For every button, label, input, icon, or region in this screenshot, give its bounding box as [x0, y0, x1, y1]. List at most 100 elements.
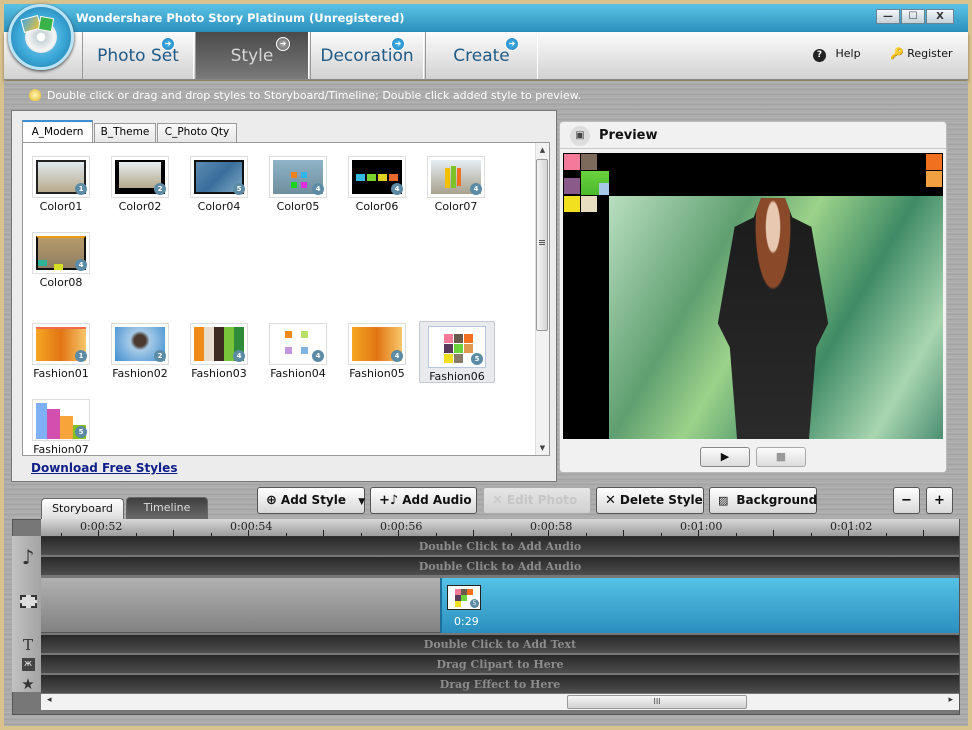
style-item-color08[interactable]: 4 Color08	[26, 228, 96, 292]
arrow-right-icon: ➜	[505, 37, 519, 51]
dropdown-arrow-icon[interactable]: ▼	[358, 497, 365, 507]
photo-count-badge: 5	[233, 183, 245, 195]
add-music-icon: +♪	[379, 493, 399, 508]
help-label: Help	[835, 47, 861, 60]
style-item-fashion05[interactable]: 4 Fashion05	[342, 319, 412, 383]
ruler-tick	[285, 533, 287, 536]
scroll-left-icon[interactable]: ◂	[47, 695, 52, 705]
arrow-right-icon: ➜	[161, 37, 175, 51]
style-label: Fashion07	[33, 443, 89, 456]
style-thumbnail: 4	[348, 156, 406, 198]
add-audio-button[interactable]: +♪ Add Audio	[370, 487, 477, 514]
style-item-fashion06[interactable]: 5 Fashion06	[419, 321, 495, 383]
style-item-fashion04[interactable]: 4 Fashion04	[263, 319, 333, 383]
style-thumbnail: 4	[32, 232, 90, 274]
ruler-tick	[885, 533, 887, 536]
ruler-tick	[735, 533, 737, 536]
ruler-tick	[248, 530, 249, 536]
style-item-color06[interactable]: 4 Color06	[342, 152, 412, 216]
play-button[interactable]: ▶	[700, 447, 750, 467]
style-thumbnail: 2	[111, 323, 169, 365]
tab-c-photo-qty[interactable]: C_Photo Qty	[157, 123, 237, 142]
style-item-fashion07[interactable]: 5 Fashion07	[26, 395, 96, 459]
help-icon: ?	[813, 49, 826, 62]
style-label: Fashion03	[191, 367, 247, 380]
download-free-styles-link[interactable]: Download Free Styles	[31, 461, 177, 475]
scroll-down-icon[interactable]: ▼	[536, 444, 549, 452]
tab-timeline[interactable]: Timeline	[126, 497, 208, 519]
ruler-label: 0:00:56	[380, 520, 423, 533]
tab-photo-set[interactable]: Photo Set ➜	[82, 32, 194, 79]
tab-style[interactable]: Style ➜	[195, 32, 309, 79]
style-item-color02[interactable]: 2 Color02	[105, 152, 175, 216]
hint-text: Double click or drag and drop styles to …	[47, 89, 582, 102]
ruler-label: 0:00:54	[230, 520, 273, 533]
register-button[interactable]: 🔑 Register	[890, 47, 953, 60]
close-button[interactable]: X	[926, 9, 954, 24]
audio-track-1[interactable]: Double Click to Add Audio	[41, 537, 959, 556]
ruler-tick	[623, 530, 624, 536]
style-item-color04[interactable]: 5 Color04	[184, 152, 254, 216]
style-thumbnail: 4	[269, 156, 327, 198]
delete-style-button[interactable]: ✕ Delete Style	[596, 487, 704, 514]
music-note-icon: ♪	[21, 545, 35, 569]
ruler-tick	[210, 533, 212, 536]
style-item-fashion03[interactable]: 4 Fashion03	[184, 319, 254, 383]
minimize-button[interactable]: —	[876, 9, 900, 24]
help-button[interactable]: ? Help	[813, 47, 861, 62]
style-label: Color04	[197, 200, 241, 213]
tab-label: Style	[230, 46, 274, 66]
maximize-button[interactable]: ☐	[901, 9, 925, 24]
style-clip[interactable]	[440, 578, 959, 633]
style-label: Color06	[355, 200, 399, 213]
effect-track[interactable]: Drag Effect to Here	[41, 675, 959, 694]
ruler-tick	[548, 530, 549, 536]
register-label: Register	[907, 47, 953, 60]
style-item-color07[interactable]: 4 Color07	[421, 152, 491, 216]
style-thumbnail: 4	[427, 156, 485, 198]
style-item-color05[interactable]: 4 Color05	[263, 152, 333, 216]
style-thumbnail: 5	[32, 399, 90, 441]
clipart-track[interactable]: Drag Clipart to Here	[41, 655, 959, 674]
timeline-scrollbar[interactable]: ◂ ▸	[41, 694, 959, 710]
zoom-out-button[interactable]: −	[893, 487, 920, 514]
arrow-right-icon: ➜	[391, 37, 405, 51]
ruler-tick	[135, 533, 137, 536]
zoom-in-button[interactable]: +	[926, 487, 953, 514]
edit-photo-button[interactable]: ✕ Edit Photo	[483, 487, 591, 514]
style-thumbnail: 1	[32, 156, 90, 198]
ruler-tick	[60, 533, 62, 536]
scroll-up-icon[interactable]: ▲	[536, 146, 549, 154]
tab-b-theme[interactable]: B_Theme	[94, 123, 156, 142]
style-item-fashion01[interactable]: 1 Fashion01	[26, 319, 96, 383]
lightbulb-icon	[29, 89, 41, 101]
style-item-fashion02[interactable]: 2 Fashion02	[105, 319, 175, 383]
tab-a-modern[interactable]: A_Modern	[22, 120, 93, 143]
ruler-tick	[773, 530, 774, 536]
ruler-tick	[435, 533, 437, 536]
audio-track-2[interactable]: Double Click to Add Audio	[41, 557, 959, 576]
tab-decoration[interactable]: Decoration ➜	[310, 32, 424, 79]
add-style-button[interactable]: ⊕ Add Style ▼	[257, 487, 365, 514]
scroll-right-icon[interactable]: ▸	[948, 695, 953, 705]
timeline-ruler[interactable]: 0:00:52 0:00:54 0:00:56 0:00:58 0:01:00 0:01:…	[41, 519, 959, 537]
ruler-label: 0:01:02	[830, 520, 873, 533]
tab-storyboard[interactable]: Storyboard	[41, 498, 124, 519]
timeline-scroll-thumb[interactable]: III	[567, 695, 747, 709]
tools-icon: ✕	[492, 493, 503, 508]
ruler-label: 0:00:52	[80, 520, 123, 533]
text-track[interactable]: Double Click to Add Text	[41, 635, 959, 654]
photo-count-badge: 1	[75, 183, 87, 195]
style-item-color01[interactable]: 1 Color01	[26, 152, 96, 216]
photo-count-badge: 4	[470, 183, 482, 195]
style-thumbnail: 2	[111, 156, 169, 198]
ruler-tick	[585, 533, 587, 536]
ruler-tick	[923, 530, 924, 536]
tab-create[interactable]: Create ➜	[425, 32, 538, 79]
clip-duration: 0:29	[454, 615, 479, 628]
gallery-scroll-thumb[interactable]	[536, 159, 548, 331]
photo-count-badge: 2	[154, 350, 166, 362]
photo-count-badge: 5	[471, 353, 483, 365]
background-button[interactable]: ▨ Background	[709, 487, 817, 514]
stop-button[interactable]: ■	[756, 447, 806, 467]
